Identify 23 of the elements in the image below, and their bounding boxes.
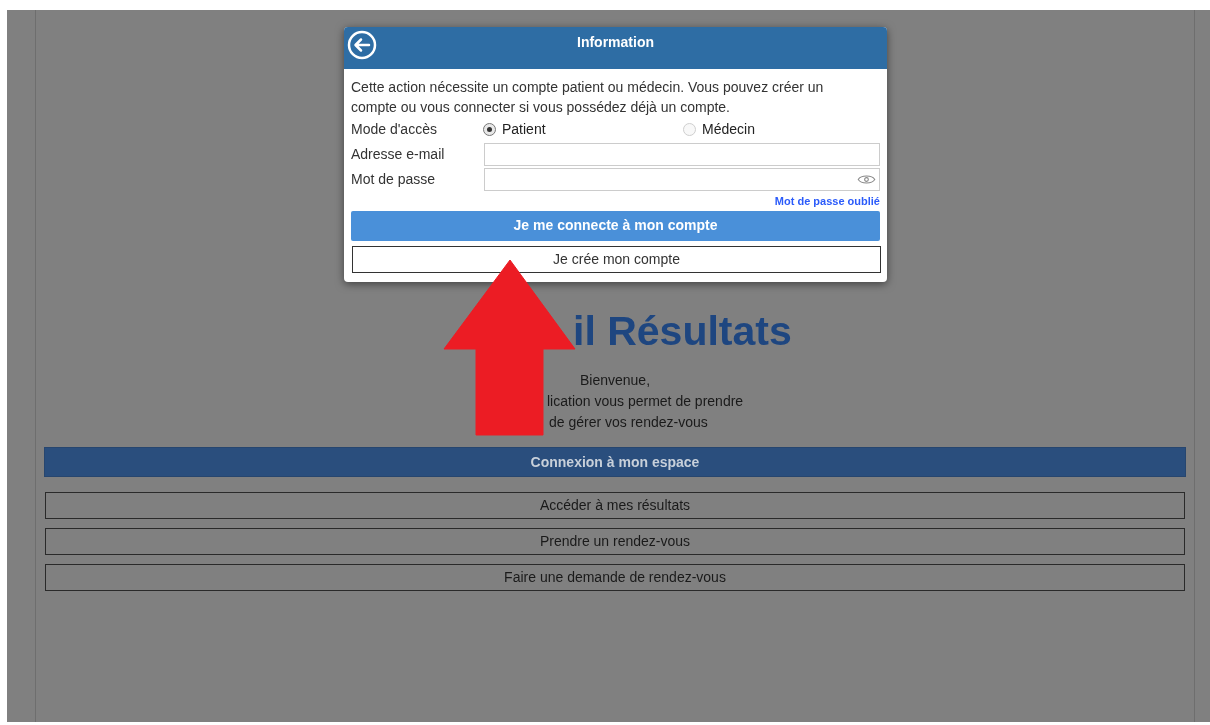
dialog-title: Information — [577, 33, 654, 52]
radio-button[interactable] — [483, 122, 496, 136]
email-field[interactable] — [484, 143, 880, 166]
field-label: Mot de passe — [351, 170, 437, 189]
forgot-password-link[interactable]: Mot de passe oublié — [774, 193, 880, 210]
back-button[interactable] — [347, 30, 377, 60]
welcome-text: Bienvenue, — [579, 371, 651, 390]
menu-button[interactable]: Faire une demande de rendez-vous — [45, 564, 1185, 591]
menu-button[interactable]: Accéder à mes résultats — [45, 492, 1185, 519]
intro-text: de gérer vos rendez-vous — [549, 413, 708, 432]
page-title: il Résultats — [573, 310, 792, 352]
eye-icon — [857, 174, 876, 185]
radio-label: Patient — [502, 119, 546, 139]
field-label: Adresse e-mail — [351, 145, 446, 164]
create-account-button[interactable]: Je crée mon compte — [352, 245, 881, 273]
menu-button[interactable]: Prendre un rendez-vous — [45, 528, 1185, 555]
password-field[interactable] — [484, 168, 880, 191]
login-button[interactable]: Je me connecte à mon compte — [351, 210, 880, 241]
info-message: Cette action nécessite un compte patient ou médecin. Vous pouvez créer un compte ou vous connecter si vous possédez déjà un compte. — [351, 78, 825, 117]
section-banner: Connexion à mon espace — [44, 447, 1186, 477]
radio-label: Médecin — [702, 119, 755, 139]
intro-text: lication vous permet de prendre — [547, 392, 744, 411]
field-label: Mode d'accès — [351, 119, 438, 139]
